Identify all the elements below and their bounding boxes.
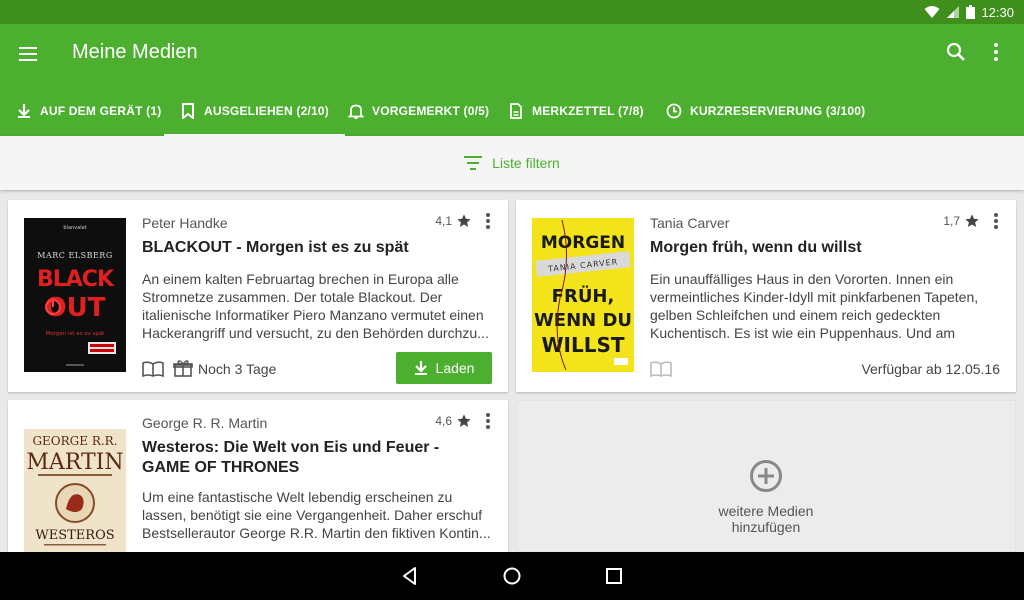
bell-icon	[348, 104, 364, 119]
media-card[interactable]: MORGEN TANIA CARVER FRÜH, WENN DU WILLST…	[516, 200, 1016, 392]
add-media-label: weitere Medien hinzufügen	[718, 503, 814, 535]
rating-value: 4,6	[435, 414, 452, 428]
book-author: Tania Carver	[650, 215, 730, 231]
filter-icon	[464, 156, 483, 170]
filter-list-button[interactable]: Liste filtern	[0, 136, 1024, 190]
clock-icon	[666, 103, 682, 119]
availability-date: Verfügbar ab 12.05.16	[861, 361, 1000, 377]
cover-publisher: blanvalet	[63, 225, 86, 231]
battery-icon	[966, 5, 976, 19]
overflow-menu-icon[interactable]	[984, 40, 1008, 64]
home-icon[interactable]	[502, 566, 522, 586]
download-icon	[414, 361, 427, 375]
book-title: Morgen früh, wenn du willst	[650, 239, 862, 256]
book-cover: GEORGE R.R. MARTIN WESTEROS	[24, 429, 126, 552]
load-button-label: Laden	[435, 360, 475, 376]
tab-bar: AUF DEM GERÄT (1) AUSGELIEHEN (2/10) VOR…	[0, 86, 1024, 136]
book-description: An einem kalten Februartag brechen in Eu…	[142, 271, 489, 341]
recent-apps-icon[interactable]	[604, 566, 624, 586]
gift-icon	[173, 360, 193, 377]
cover-title-line1: MORGEN	[541, 233, 625, 253]
signal-icon	[947, 6, 960, 18]
cover-subtitle: Morgen ist es zu spät	[46, 331, 106, 337]
load-button[interactable]: Laden	[396, 352, 492, 384]
back-icon[interactable]	[400, 566, 420, 586]
ebook-icon	[142, 361, 164, 378]
book-cover: blanvalet MARC ELSBERG BLACK OUT Morgen …	[24, 218, 126, 372]
search-icon[interactable]	[944, 40, 968, 64]
add-circle-icon	[750, 460, 782, 492]
rating-value: 1,7	[943, 214, 960, 228]
star-icon	[965, 214, 979, 227]
tab-label: MERKZETTEL (7/8)	[532, 104, 644, 118]
cover-title-line4: WILLST	[541, 333, 624, 357]
rating: 4,1	[435, 213, 472, 229]
more-options-icon[interactable]	[480, 211, 496, 231]
star-icon	[457, 414, 471, 427]
more-options-icon[interactable]	[988, 211, 1004, 231]
book-author: Peter Handke	[142, 215, 228, 231]
bookmark-icon	[182, 103, 194, 119]
tab-label: AUSGELIEHEN (2/10)	[204, 104, 329, 118]
cover-title-line2: MARTIN	[26, 450, 123, 475]
star-icon	[457, 214, 471, 227]
document-icon	[510, 103, 522, 119]
menu-icon[interactable]	[16, 42, 40, 66]
tab-label: VORGEMERKT (0/5)	[372, 104, 490, 118]
book-description: Um eine fantastische Welt lebendig ersch…	[142, 489, 491, 541]
cover-title-line2: OUT	[45, 293, 106, 323]
rating-value: 4,1	[435, 214, 452, 228]
system-navigation-bar	[0, 552, 1024, 600]
book-description: Ein unauffälliges Haus in den Vororten. …	[650, 271, 979, 341]
cover-title-line3: WENN DU	[534, 310, 632, 331]
more-options-icon[interactable]	[480, 411, 496, 431]
tab-label: AUF DEM GERÄT (1)	[40, 104, 162, 118]
book-author: George R. R. Martin	[142, 415, 268, 431]
cover-author: MARC ELSBERG	[37, 251, 112, 260]
rating: 1,7	[943, 213, 980, 229]
tab-wishlist[interactable]: MERKZETTEL (7/8)	[508, 86, 644, 136]
page-title: Meine Medien	[72, 41, 198, 63]
cover-title-line3: WESTEROS	[35, 528, 114, 543]
media-card[interactable]: blanvalet MARC ELSBERG BLACK OUT Morgen …	[8, 200, 508, 392]
status-bar: 12:30	[0, 0, 1024, 24]
add-media-button[interactable]: weitere Medien hinzufügen	[516, 400, 1016, 552]
book-title: Westeros: Die Welt von Eis und Feuer - G…	[142, 439, 440, 476]
loan-remaining: Noch 3 Tage	[198, 361, 277, 377]
tab-short-reservation[interactable]: KURZRESERVIERUNG (3/100)	[666, 86, 865, 136]
wifi-icon	[924, 6, 940, 18]
rating: 4,6	[435, 413, 472, 429]
ebook-icon	[650, 361, 672, 378]
tab-label: KURZRESERVIERUNG (3/100)	[690, 104, 866, 118]
book-title: BLACKOUT - Morgen ist es zu spät	[142, 239, 409, 256]
tab-reserved[interactable]: VORGEMERKT (0/5)	[348, 86, 489, 136]
filter-label: Liste filtern	[492, 155, 560, 171]
cover-title-line1: BLACK	[37, 267, 115, 292]
status-time: 12:30	[981, 4, 1014, 20]
book-cover: MORGEN TANIA CARVER FRÜH, WENN DU WILLST	[532, 218, 634, 372]
app-bar: Meine Medien AUF DEM GERÄT (1) AUSGELIEH…	[0, 24, 1024, 136]
tab-on-device[interactable]: AUF DEM GERÄT (1)	[16, 86, 161, 136]
download-icon	[18, 104, 30, 118]
tab-borrowed[interactable]: AUSGELIEHEN (2/10)	[164, 86, 345, 136]
media-card[interactable]: GEORGE R.R. MARTIN WESTEROS George R. R.…	[8, 400, 508, 552]
cover-title-line1: GEORGE R.R.	[32, 434, 117, 448]
